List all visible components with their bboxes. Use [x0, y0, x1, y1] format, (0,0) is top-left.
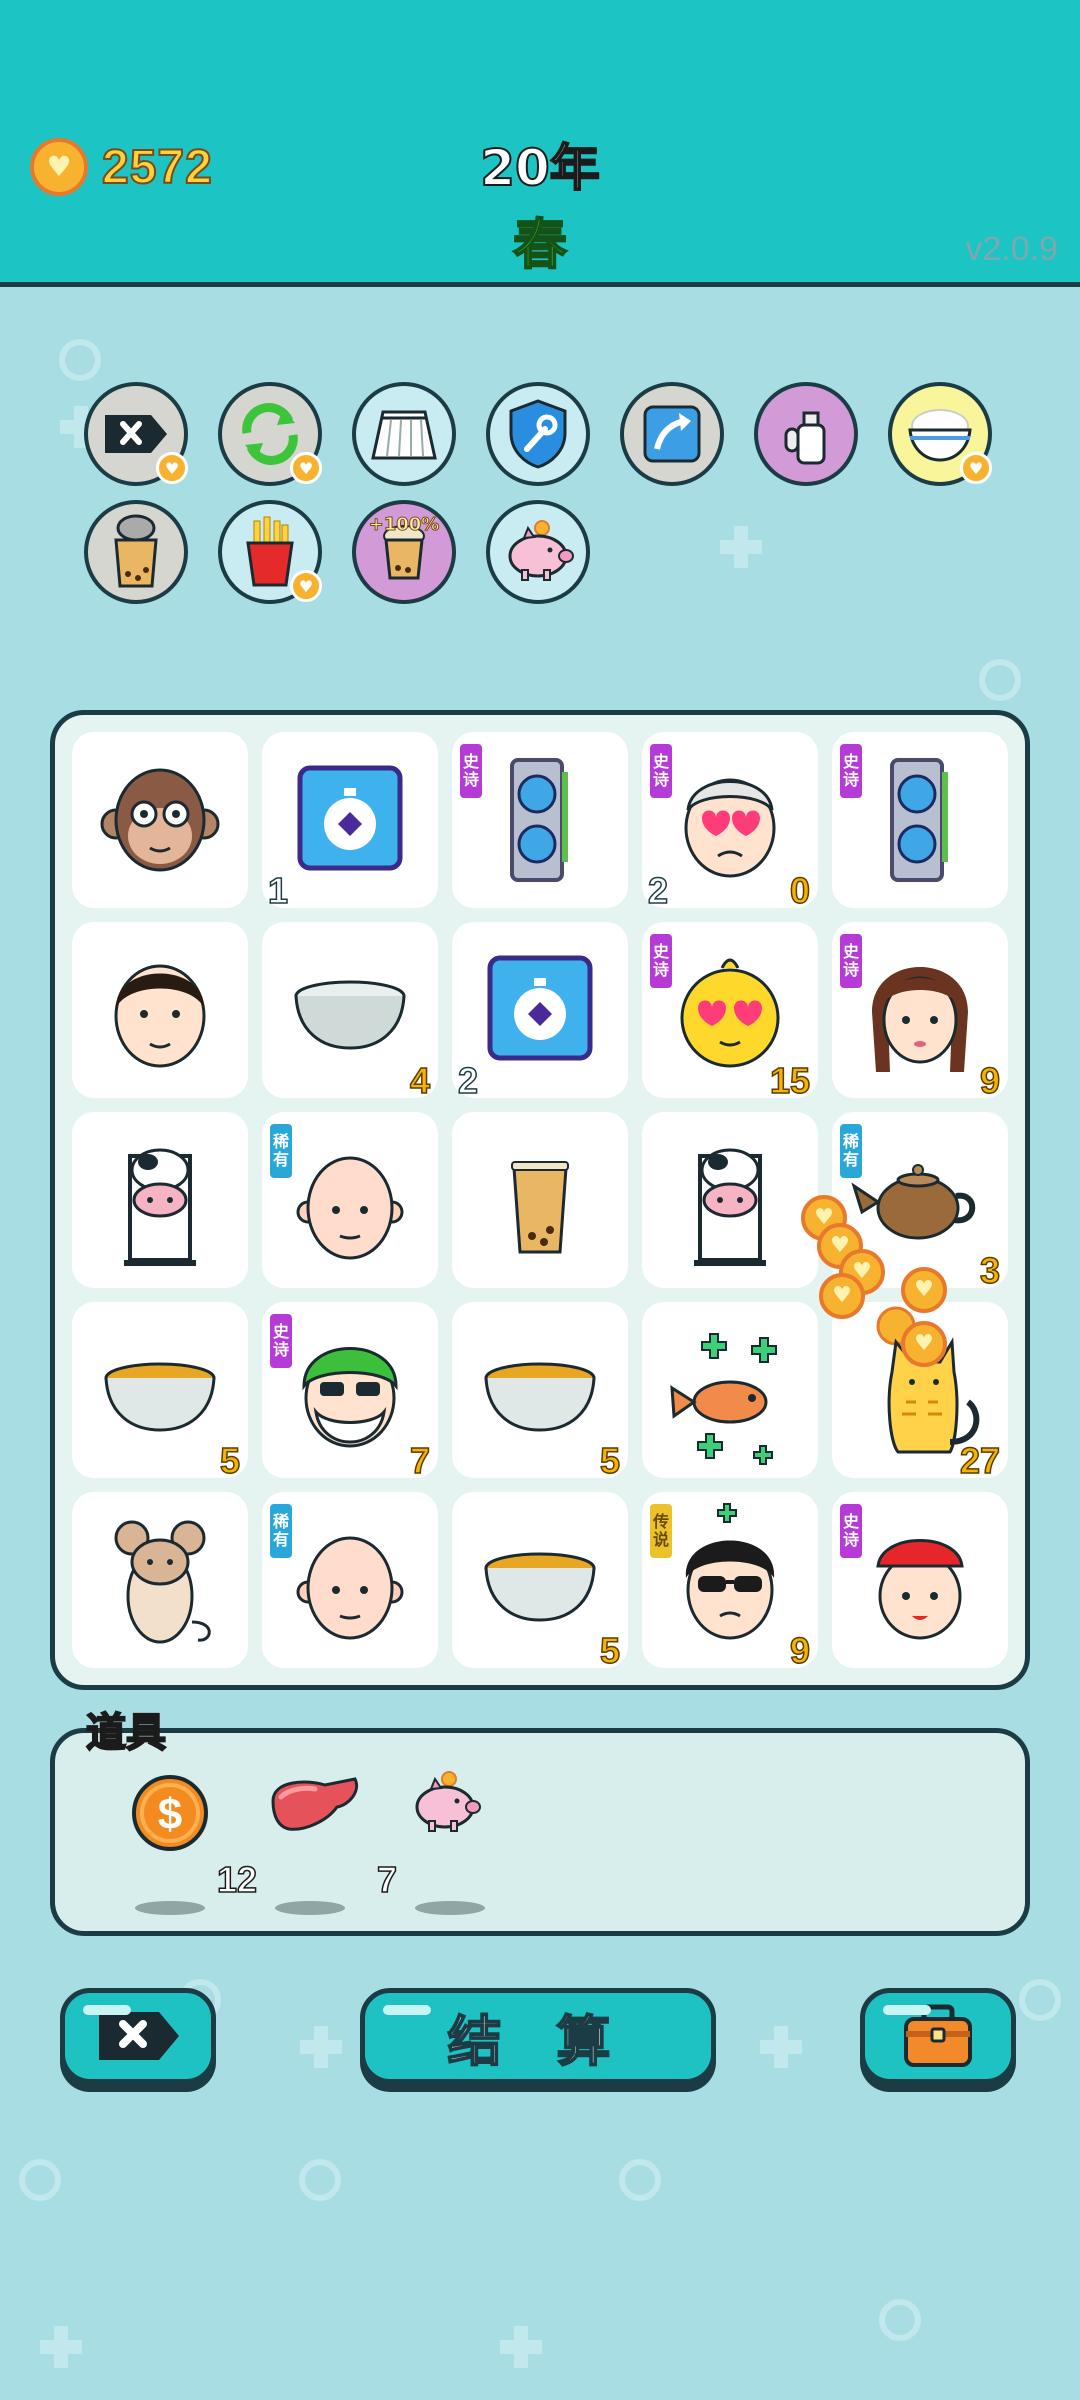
buff-bubble-tea-lid-icon[interactable] [84, 500, 188, 604]
board-slot[interactable] [72, 732, 248, 908]
board-slot[interactable] [642, 1112, 818, 1288]
board-slot[interactable]: 传说 9 [642, 1492, 818, 1672]
board-slot[interactable]: 史诗 7 [262, 1302, 438, 1482]
buff-refresh-icon[interactable]: ♥ [218, 382, 322, 486]
piggy-bank-icon [498, 520, 578, 584]
buff-boost-label: +100% [368, 514, 440, 536]
board-slot[interactable] [72, 1112, 248, 1288]
slot-counter: 27 [959, 1439, 1001, 1482]
svg-text:$: $ [158, 1790, 182, 1839]
year-label: 20年 [479, 138, 601, 198]
coin-badge-icon: ♥ [960, 452, 992, 484]
item-count: 7 [376, 1858, 398, 1901]
board-slot[interactable]: 史诗 15 [642, 922, 818, 1102]
remove-icon [101, 409, 171, 459]
slot-counter: 15 [769, 1059, 811, 1102]
rarity-tag: 史诗 [838, 932, 864, 990]
shield-wrench-icon [505, 397, 571, 471]
buff-skirt-icon[interactable] [352, 382, 456, 486]
buff-fries-icon[interactable]: ♥ [218, 500, 322, 604]
item-liver[interactable]: 7 [255, 1771, 405, 1921]
version-label: v2.0.9 [965, 230, 1058, 268]
rarity-tag: 史诗 [268, 1312, 294, 1370]
item-shadow [415, 1901, 485, 1915]
items-title: 道具 [85, 1709, 167, 1757]
coin-badge-icon: ♥ [156, 452, 188, 484]
buff-arrow-up-icon[interactable] [620, 382, 724, 486]
slot-counter: 4 [409, 1059, 431, 1102]
slot-counter: 3 [979, 1249, 1001, 1292]
board-slot[interactable]: 史诗 0 2 [642, 732, 818, 912]
item-dollar-coin[interactable]: $12 [115, 1771, 265, 1921]
arrow-up-icon [639, 401, 705, 467]
slot-counter: 5 [219, 1439, 241, 1482]
slot-counter-left: 2 [457, 1059, 479, 1102]
board-slot[interactable]: 4 [262, 922, 438, 1102]
buff-remove-icon[interactable]: ♥ [84, 382, 188, 486]
inventory-button[interactable] [860, 1988, 1016, 2084]
board-slot[interactable]: 5 [452, 1302, 628, 1482]
board-slot[interactable]: 2 [452, 922, 628, 1102]
liver-icon [265, 1771, 365, 1845]
slot-counter-left: 1 [267, 869, 289, 912]
remove-tag-icon [99, 2012, 179, 2060]
bubble-tea-lid-icon [106, 512, 166, 592]
buff-piggy-bank-icon[interactable] [486, 500, 590, 604]
slot-counter: 0 [789, 869, 811, 912]
coin-badge-icon: ♥ [290, 570, 322, 602]
coin-badge-icon: ♥ [290, 452, 322, 484]
flying-coin-icon: ♥ [819, 1273, 865, 1319]
piggy-bank-icon [405, 1771, 485, 1839]
rarity-tag: 稀有 [268, 1122, 294, 1180]
board-slot[interactable] [452, 1112, 628, 1288]
slot-board: 1 史诗 史诗 0 2 史诗 4 2 史诗 15 史诗 9 稀有 稀有 3 5 史诗 7 5 27 稀有 5 传说 9 史诗 ♥ ♥… [50, 710, 1030, 1690]
season-label: 春 [512, 212, 568, 277]
rarity-tag: 史诗 [838, 1502, 864, 1560]
slot-counter-left: 2 [647, 869, 669, 912]
board-slot[interactable] [72, 1492, 248, 1668]
settle-label: 结 算 [447, 2009, 629, 2074]
board-slot[interactable]: 5 [72, 1302, 248, 1482]
perfume-icon [776, 399, 836, 469]
buff-shield-wrench-icon[interactable] [486, 382, 590, 486]
rarity-tag: 史诗 [458, 742, 484, 800]
top-bar: ♥ 2572 20年 春 v2.0.9 [0, 0, 1080, 287]
slot-counter: 5 [599, 1439, 621, 1482]
board-slot[interactable]: 史诗 9 [832, 922, 1008, 1102]
rarity-tag: 稀有 [268, 1502, 294, 1560]
settle-button[interactable]: 结 算 [360, 1988, 716, 2084]
board-slot[interactable]: 史诗 [832, 1492, 1008, 1668]
board-slot[interactable] [72, 922, 248, 1098]
board-slot[interactable]: 史诗 [452, 732, 628, 908]
skirt-icon [369, 404, 439, 464]
rarity-tag: 史诗 [648, 932, 674, 990]
flying-coin-icon: ♥ [901, 1267, 947, 1313]
rarity-tag: 传说 [648, 1502, 674, 1560]
board-slot[interactable]: 稀有 [262, 1112, 438, 1288]
board-slot[interactable]: 史诗 [832, 732, 1008, 908]
slot-counter: 7 [409, 1439, 431, 1482]
item-shadow [135, 1901, 205, 1915]
item-shadow [275, 1901, 345, 1915]
buff-bubble-tea-boost-icon[interactable]: +100% [352, 500, 456, 604]
items-panel: $12 7 [50, 1728, 1030, 1936]
board-slot[interactable]: 1 [262, 732, 438, 912]
board-slot[interactable]: 5 [452, 1492, 628, 1672]
slot-counter: 9 [789, 1629, 811, 1672]
slot-counter: 5 [599, 1629, 621, 1672]
rarity-tag: 史诗 [648, 742, 674, 800]
board-slot[interactable]: 稀有 [262, 1492, 438, 1668]
dollar-coin-icon: $ [125, 1771, 215, 1865]
buff-rice-bowl-icon[interactable]: ♥ [888, 382, 992, 486]
item-piggy-bank[interactable] [395, 1771, 545, 1921]
board-slot[interactable] [642, 1302, 818, 1478]
slot-counter: 9 [979, 1059, 1001, 1102]
buff-perfume-icon[interactable] [754, 382, 858, 486]
rarity-tag: 史诗 [838, 742, 864, 800]
rarity-tag: 稀有 [838, 1122, 864, 1180]
flying-coin-icon: ♥ [901, 1321, 947, 1367]
briefcase-icon [904, 2004, 972, 2067]
item-count: 12 [216, 1858, 258, 1901]
remove-button[interactable] [60, 1988, 216, 2084]
